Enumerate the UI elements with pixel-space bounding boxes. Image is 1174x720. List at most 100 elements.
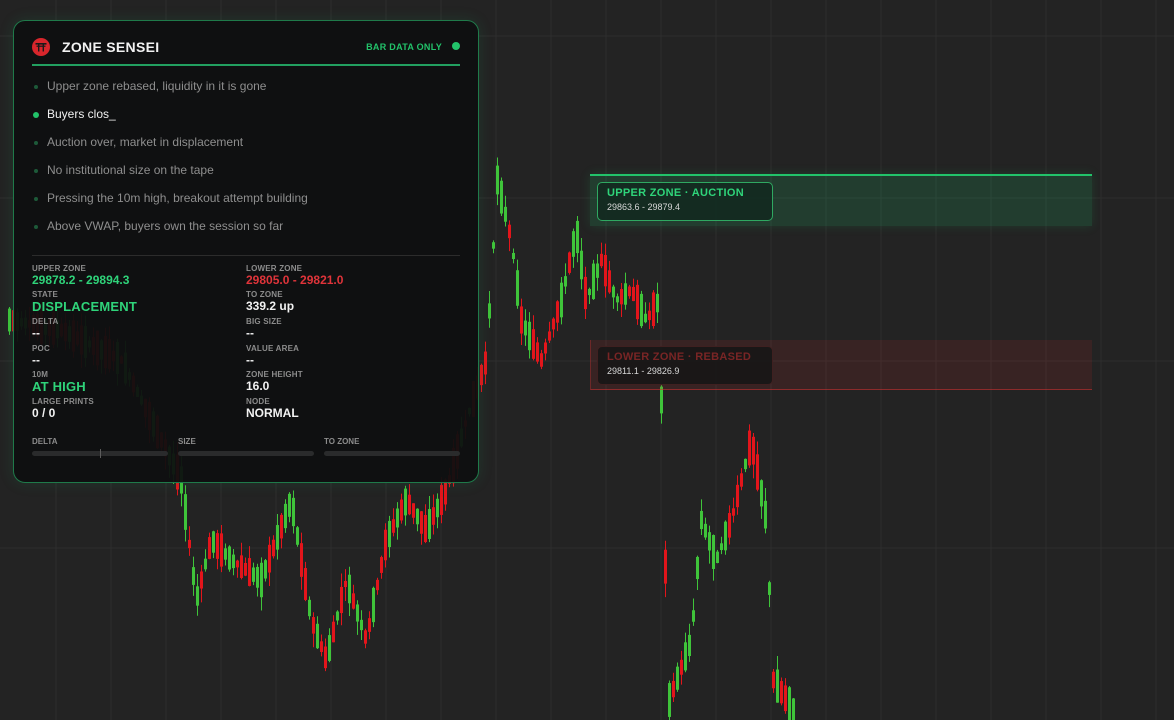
- candle-body: [260, 562, 263, 598]
- candle-body: [212, 531, 215, 553]
- data-mode-label: BAR DATA ONLY: [366, 42, 442, 52]
- candle-body: [288, 493, 291, 517]
- candle-body: [660, 386, 663, 414]
- message-item: No institutional size on the tape: [32, 163, 460, 191]
- candle-body: [384, 529, 387, 561]
- candle-body: [372, 587, 375, 623]
- candle-body: [228, 546, 231, 570]
- delta-meter-track: [32, 449, 168, 458]
- candle-body: [608, 270, 611, 293]
- candle-body: [768, 582, 771, 595]
- panel-header[interactable]: ZONE SENSEI BAR DATA ONLY: [32, 36, 460, 64]
- message-text: Pressing the 10m high, breakout attempt …: [47, 191, 308, 205]
- lower-zone-range: 29811.1 - 29826.9: [607, 366, 680, 376]
- candle-body: [308, 599, 311, 617]
- candle-body: [328, 635, 331, 661]
- stat-upper-zone: UPPER ZONE 29878.2 - 29894.3: [32, 264, 129, 288]
- candle-body: [640, 293, 643, 327]
- stats-divider: [32, 255, 460, 256]
- stat-label: ZONE HEIGHT: [246, 370, 303, 379]
- candle-body: [368, 618, 371, 632]
- candle-body: [496, 165, 499, 195]
- candle-body: [284, 503, 287, 529]
- candle-body: [312, 617, 315, 634]
- message-item: Pressing the 10m high, breakout attempt …: [32, 191, 460, 219]
- candle-body: [424, 514, 427, 543]
- candle-body: [348, 574, 351, 604]
- candle-body: [688, 634, 691, 657]
- stat-value: 0 / 0: [32, 406, 56, 420]
- candle-body: [700, 510, 703, 530]
- candle-body: [336, 611, 339, 621]
- to-zone-meter-label: TO ZONE: [324, 437, 360, 446]
- zone-sensei-panel[interactable]: ZONE SENSEI BAR DATA ONLY Upper zone reb…: [13, 20, 479, 483]
- candle-body: [376, 579, 379, 591]
- upper-zone-label[interactable]: UPPER ZONE · AUCTION 29863.6 - 29879.4: [597, 182, 773, 221]
- bullet-icon: [34, 197, 38, 201]
- candle-body: [676, 666, 679, 690]
- candle-body: [728, 513, 731, 538]
- candle-body: [528, 321, 531, 351]
- candle-body: [508, 224, 511, 239]
- stat-value: 29805.0 - 29821.0: [246, 273, 344, 287]
- candle-body: [684, 642, 687, 671]
- candle-body: [192, 567, 195, 585]
- lower-zone-label[interactable]: LOWER ZONE · REBASED 29811.1 - 29826.9: [597, 346, 773, 385]
- candle-body: [784, 685, 787, 712]
- stat-label: LARGE PRINTS: [32, 397, 94, 406]
- candle-body: [416, 508, 419, 525]
- candle-body: [672, 680, 675, 698]
- stat-value-area: VALUE AREA --: [246, 344, 299, 368]
- candle-body: [780, 681, 783, 704]
- candle-body: [568, 252, 571, 273]
- candle-body: [196, 586, 199, 606]
- candle-body: [740, 473, 743, 487]
- candle-body: [444, 479, 447, 505]
- candle-body: [420, 511, 423, 534]
- bullet-icon: [34, 169, 38, 173]
- candle-body: [280, 514, 283, 539]
- candle-body: [492, 242, 495, 249]
- stat-value: DISPLACEMENT: [32, 299, 137, 314]
- message-item: Above VWAP, buyers own the session so fa…: [32, 219, 460, 247]
- candle-body: [576, 220, 579, 254]
- candle-body: [236, 560, 239, 568]
- candle-body: [724, 521, 727, 551]
- candle-body: [512, 252, 515, 260]
- candle-body: [636, 284, 639, 320]
- candle-body: [540, 353, 543, 367]
- upper-zone-range: 29863.6 - 29879.4: [607, 202, 681, 212]
- candle-body: [764, 500, 767, 529]
- candle-body: [600, 253, 603, 267]
- candle-body: [604, 254, 607, 287]
- candle-body: [548, 331, 551, 341]
- candle-body: [620, 289, 623, 305]
- stat-poc: POC --: [32, 344, 50, 368]
- status-dot-icon: [452, 42, 460, 50]
- candle-body: [304, 568, 307, 600]
- candle-body: [756, 454, 759, 490]
- candle-body: [316, 623, 319, 649]
- stat-label: BIG SIZE: [246, 317, 282, 326]
- candle-body: [232, 554, 235, 569]
- candle-body: [332, 621, 335, 643]
- delta-meter-label: DELTA: [32, 437, 58, 446]
- candle-body: [300, 543, 303, 577]
- stat-value: 29878.2 - 29894.3: [32, 273, 130, 287]
- candle-body: [736, 484, 739, 508]
- candle-body: [536, 342, 539, 362]
- candle-body: [520, 306, 523, 334]
- candle-body: [264, 560, 267, 579]
- candle-body: [632, 286, 635, 302]
- candle-body: [272, 539, 275, 557]
- candle-body: [656, 293, 659, 313]
- stat-label: NODE: [246, 397, 270, 406]
- bullet-icon: [33, 112, 39, 118]
- bullet-icon: [34, 141, 38, 145]
- message-item: Buyers clos_: [32, 107, 460, 135]
- candle-body: [324, 646, 327, 669]
- candle-body: [792, 698, 795, 720]
- stat-label: TO ZONE: [246, 290, 283, 299]
- message-text: Buyers clos_: [47, 107, 116, 121]
- torii-logo-icon: [32, 38, 50, 56]
